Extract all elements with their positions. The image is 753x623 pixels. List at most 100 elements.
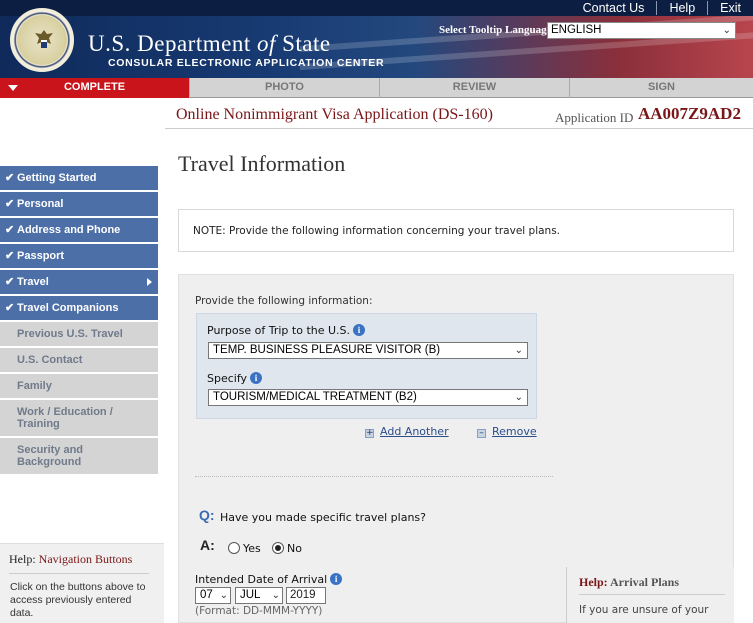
tab-review[interactable]: REVIEW [380,78,570,98]
contact-us-link[interactable]: Contact Us [571,1,657,15]
info-icon[interactable]: i [250,372,263,384]
info-icon[interactable]: i [353,324,366,336]
help-link[interactable]: Help [656,1,707,15]
sidebar-item-travel[interactable]: ✔ Travel [0,270,158,294]
add-another-label: Add Another [380,425,449,438]
note-box: NOTE: Provide the following information … [178,209,734,252]
specify-label: Specify i [207,372,263,385]
sidebar-item-label: Getting Started [17,172,97,184]
section-divider [195,476,553,477]
remove-label: Remove [492,425,537,438]
utility-bar: Contact Us Help Exit [0,0,753,16]
chevron-right-icon [147,278,152,286]
provide-info-text: Provide the following information: [195,295,373,307]
site-title-state: State [282,31,331,56]
sidebar-item-us-contact[interactable]: U.S. Contact [0,348,158,372]
sidebar-item-label: Passport [17,250,65,262]
application-id-label: Application ID [555,110,634,125]
sidebar-item-travel-companions[interactable]: ✔ Travel Companions [0,296,158,320]
exit-link[interactable]: Exit [707,1,753,15]
progress-tabs: COMPLETE PHOTO REVIEW SIGN [0,78,753,98]
radio-yes[interactable]: Yes [228,542,261,555]
date-format-hint: (Format: DD-MMM-YYYY) [195,605,323,617]
arrival-date-label: Intended Date of Arrival i [195,573,343,586]
info-icon[interactable]: i [330,573,343,585]
site-header: Contact Us Help Exit U.S. Department of … [0,0,753,78]
checkmark-icon: ✔ [5,224,15,236]
checkmark-icon: ✔ [5,302,15,314]
arrival-day-value: 07 [200,589,213,601]
tooltip-language-label: Select Tooltip Language [439,24,552,36]
sidebar-item-previous-us-travel[interactable]: Previous U.S. Travel [0,322,158,346]
answer-marker: A: [200,537,215,553]
navigation-help-panel: Help: Navigation Buttons Click on the bu… [0,543,164,623]
tab-complete[interactable]: COMPLETE [0,78,190,98]
navigation-help-title: Help: Navigation Buttons [9,552,132,567]
caret-down-icon [8,85,18,91]
checkmark-icon: ✔ [5,172,15,184]
department-seal-icon [10,8,74,72]
application-id: AA007Z9AD2 [638,104,741,123]
application-title: Online Nonimmigrant Visa Application (DS… [176,106,493,123]
question-marker: Q: [199,507,215,523]
help-prefix: Help: [9,552,36,566]
sidebar-item-label: Family [17,380,52,392]
site-title: U.S. Department of State [88,31,331,57]
tab-sign[interactable]: SIGN [570,78,753,98]
sidebar-item-label: Travel [17,276,49,288]
section-navigation: ✔ Getting Started ✔ Personal ✔ Address and … [0,166,158,476]
arrival-help-title: Help: Arrival Plans [579,575,679,590]
checkmark-icon: ✔ [5,276,15,288]
help-divider [9,573,149,574]
sidebar-item-personal[interactable]: ✔ Personal [0,192,158,216]
sidebar-item-getting-started[interactable]: ✔ Getting Started [0,166,158,190]
radio-no[interactable]: No [272,542,302,555]
minus-icon: – [477,429,486,438]
page-title: Travel Information [178,151,346,176]
tab-photo-label: PHOTO [265,81,304,93]
chevron-down-icon: ⌄ [514,345,523,356]
sidebar-item-passport[interactable]: ✔ Passport [0,244,158,268]
tab-complete-label: COMPLETE [63,81,126,93]
sidebar-item-security-background[interactable]: Security and Background [0,438,158,474]
plus-icon: + [365,428,374,438]
sidebar-item-label: Previous U.S. Travel [17,328,123,340]
site-title-main: U.S. Department [88,31,251,56]
remove-link[interactable]: – Remove [477,425,537,438]
sidebar-item-label: Work / Education / Training [17,406,113,430]
purpose-select[interactable]: TEMP. BUSINESS PLEASURE VISITOR (B) ⌄ [208,342,528,359]
tooltip-language-value: ENGLISH [551,24,602,36]
help-prefix: Help: [579,575,608,589]
specify-select[interactable]: TOURISM/MEDICAL TREATMENT (B2) ⌄ [208,389,528,406]
sidebar-item-label: Travel Companions [17,302,119,314]
tooltip-language-select[interactable]: ENGLISH ⌄ [547,22,736,39]
sidebar-item-address-and-phone[interactable]: ✔ Address and Phone [0,218,158,242]
chevron-down-icon: ⌄ [271,590,280,601]
tab-sign-label: SIGN [648,81,675,93]
sidebar-item-family[interactable]: Family [0,374,158,398]
chevron-down-icon: ⌄ [514,392,523,403]
tab-photo[interactable]: PHOTO [190,78,380,98]
chevron-down-icon: ⌄ [722,25,731,36]
specify-value: TOURISM/MEDICAL TREATMENT (B2) [213,391,417,403]
sidebar-item-label: U.S. Contact [17,354,83,366]
purpose-label-text: Purpose of Trip to the U.S. [207,324,351,337]
sidebar-item-work-education[interactable]: Work / Education / Training [0,400,158,436]
radio-no-circle[interactable] [272,542,284,554]
tab-review-label: REVIEW [452,81,497,93]
arrival-year-input[interactable]: 2019 [286,587,326,604]
purpose-label: Purpose of Trip to the U.S. i [207,324,366,337]
site-subtitle: CONSULAR ELECTRONIC APPLICATION CENTER [108,57,385,69]
arrival-month-value: JUL [240,589,261,601]
add-another-link[interactable]: + Add Another [365,425,449,438]
navigation-help-text: Click on the buttons above to access pre… [10,581,146,619]
arrival-day-select[interactable]: 07 ⌄ [195,587,231,604]
help-title-text: Navigation Buttons [38,552,133,566]
purpose-value: TEMP. BUSINESS PLEASURE VISITOR (B) [213,344,441,356]
checkmark-icon: ✔ [5,250,15,262]
radio-no-label: No [287,542,302,555]
radio-yes-circle[interactable] [228,542,240,554]
chevron-down-icon: ⌄ [219,590,228,601]
arrival-month-select[interactable]: JUL ⌄ [235,587,283,604]
utility-links: Contact Us Help Exit [571,1,753,15]
